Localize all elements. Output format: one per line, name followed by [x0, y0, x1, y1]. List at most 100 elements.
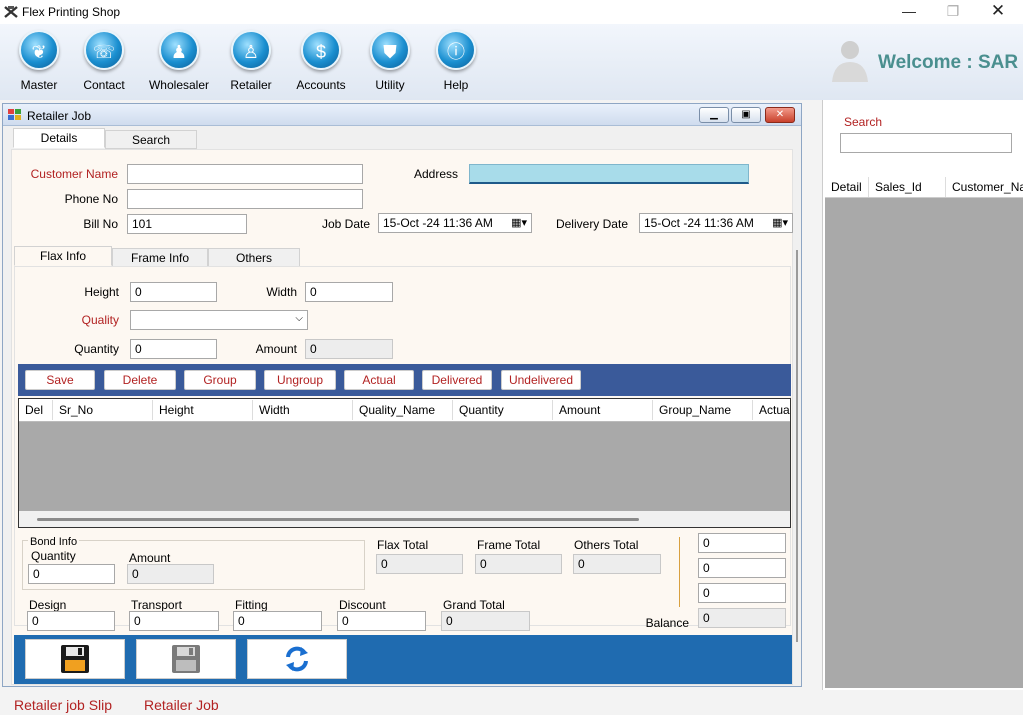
- bond-quantity-input[interactable]: [28, 564, 115, 584]
- customer-name-label: Customer Name: [30, 167, 118, 181]
- floppy-save-icon: [61, 645, 89, 673]
- maximize-icon[interactable]: ❐: [930, 0, 976, 24]
- refresh-button[interactable]: [247, 639, 347, 679]
- grand-total-label: Grand Total: [443, 598, 505, 612]
- col-actual[interactable]: Actua: [753, 400, 790, 420]
- delivery-date-picker[interactable]: 15-Oct -24 11:36 AM ▦▾: [639, 213, 793, 233]
- app-logo-icon: [4, 6, 18, 18]
- group-button[interactable]: Group: [184, 370, 256, 390]
- ribbon-retailer-button[interactable]: ♙ Retailer: [220, 30, 282, 92]
- scrollbar-thumb[interactable]: [37, 518, 639, 521]
- ribbon-accounts-button[interactable]: $ Accounts: [290, 30, 352, 92]
- side-search-input[interactable]: [840, 133, 1012, 153]
- side-col-detail[interactable]: Detail: [825, 177, 869, 197]
- window-title: Flex Printing Shop: [22, 5, 121, 19]
- calendar-dropdown-icon[interactable]: ▦▾: [772, 216, 788, 230]
- quality-select[interactable]: ⌵: [130, 310, 308, 330]
- tab-search[interactable]: Search: [105, 130, 197, 149]
- discount-label: Discount: [339, 598, 386, 612]
- tab-details[interactable]: Details: [13, 128, 105, 148]
- frame-total-label: Frame Total: [477, 538, 541, 552]
- col-amount[interactable]: Amount: [553, 400, 653, 420]
- ribbon-contact-button[interactable]: ☏ Contact: [73, 30, 135, 92]
- height-label: Height: [84, 285, 119, 299]
- delivery-date-label: Delivery Date: [555, 217, 628, 231]
- save-as-button[interactable]: [136, 639, 236, 679]
- save-record-button[interactable]: [25, 639, 125, 679]
- design-input[interactable]: [27, 611, 115, 631]
- window-titlebar: Flex Printing Shop — ❐ ✕: [0, 0, 1023, 24]
- close-icon[interactable]: ✕: [975, 0, 1021, 24]
- fitting-input[interactable]: [233, 611, 322, 631]
- retailer-job-link[interactable]: Retailer Job: [144, 697, 219, 713]
- ribbon-utility-button[interactable]: ⛊ Utility: [359, 30, 421, 92]
- calendar-dropdown-icon[interactable]: ▦▾: [511, 216, 527, 230]
- scrollbar-track: [796, 250, 798, 642]
- tab-flax-info[interactable]: Flax Info: [14, 246, 112, 266]
- phone-input[interactable]: [127, 189, 363, 209]
- bond-quantity-label: Quantity: [31, 549, 76, 563]
- side-panel: Search Detail Sales_Id Customer_Nar: [822, 100, 1023, 690]
- width-input[interactable]: [305, 282, 393, 302]
- job-date-value: 15-Oct -24 11:36 AM: [383, 216, 493, 230]
- side-col-customer[interactable]: Customer_Nar: [946, 177, 1023, 197]
- side-grid[interactable]: Detail Sales_Id Customer_Nar: [825, 176, 1023, 688]
- minimize-icon[interactable]: —: [886, 0, 932, 24]
- discount-input[interactable]: [337, 611, 426, 631]
- bond-info-title: Bond Info: [28, 536, 80, 548]
- divider-line: [679, 537, 680, 607]
- col-del[interactable]: Del: [19, 400, 53, 420]
- person-icon: ♟: [159, 30, 199, 70]
- col-sr-no[interactable]: Sr_No: [53, 400, 153, 420]
- actual-button[interactable]: Actual: [344, 370, 414, 390]
- balance-input: [698, 608, 786, 628]
- ribbon-wholesaler-button[interactable]: ♟ Wholesaler: [146, 30, 212, 92]
- ribbon-label: Retailer: [230, 78, 272, 92]
- tab-frame-info[interactable]: Frame Info: [112, 248, 208, 267]
- ribbon-master-button[interactable]: ❦ Master: [8, 30, 70, 92]
- total-field-2[interactable]: [698, 558, 786, 578]
- side-col-sales-id[interactable]: Sales_Id: [869, 177, 946, 197]
- customer-name-input[interactable]: [127, 164, 363, 184]
- quantity-label: Quantity: [74, 342, 119, 356]
- undelivered-button[interactable]: Undelivered: [501, 370, 581, 390]
- grid-header: Del Sr_No Height Width Quality_Name Quan…: [19, 399, 790, 422]
- total-field-1[interactable]: [698, 533, 786, 553]
- frame-total-input: [475, 554, 562, 574]
- window-scrollbar[interactable]: [793, 250, 801, 680]
- ungroup-button[interactable]: Ungroup: [264, 370, 336, 390]
- col-quantity[interactable]: Quantity: [453, 400, 553, 420]
- col-height[interactable]: Height: [153, 400, 253, 420]
- flax-total-label: Flax Total: [377, 538, 429, 552]
- total-field-3[interactable]: [698, 583, 786, 603]
- bill-input[interactable]: [127, 214, 247, 234]
- transport-input[interactable]: [129, 611, 219, 631]
- job-minimize-icon[interactable]: ▁: [699, 107, 729, 123]
- phone-icon: ☏: [84, 30, 124, 70]
- col-group-name[interactable]: Group_Name: [653, 400, 753, 420]
- col-width[interactable]: Width: [253, 400, 353, 420]
- retailer-job-window: Retailer Job ▁ ▣ ✕ Details Search Custom…: [2, 103, 802, 687]
- amount-label: Amount: [255, 342, 297, 356]
- height-input[interactable]: [130, 282, 217, 302]
- address-input[interactable]: [469, 164, 749, 184]
- ribbon-label: Utility: [375, 78, 405, 92]
- delete-button[interactable]: Delete: [104, 370, 176, 390]
- job-close-icon[interactable]: ✕: [765, 107, 795, 123]
- grid-horizontal-scrollbar[interactable]: [19, 511, 790, 527]
- job-restore-icon[interactable]: ▣: [731, 107, 761, 123]
- col-quality-name[interactable]: Quality_Name: [353, 400, 453, 420]
- tab-others[interactable]: Others: [208, 248, 300, 267]
- job-date-picker[interactable]: 15-Oct -24 11:36 AM ▦▾: [378, 213, 532, 233]
- action-bar: Save Delete Group Ungroup Actual Deliver…: [18, 364, 791, 396]
- job-date-label: Job Date: [321, 217, 370, 231]
- retailer-job-slip-link[interactable]: Retailer job Slip: [14, 697, 112, 713]
- save-button[interactable]: Save: [25, 370, 95, 390]
- quantity-input[interactable]: [130, 339, 217, 359]
- job-grid[interactable]: Del Sr_No Height Width Quality_Name Quan…: [18, 398, 791, 528]
- bond-amount-label: Amount: [129, 551, 171, 565]
- delivered-button[interactable]: Delivered: [422, 370, 492, 390]
- ribbon-help-button[interactable]: ⓘ Help: [425, 30, 487, 92]
- bond-amount-input: [127, 564, 214, 584]
- ribbon-label: Master: [20, 78, 58, 92]
